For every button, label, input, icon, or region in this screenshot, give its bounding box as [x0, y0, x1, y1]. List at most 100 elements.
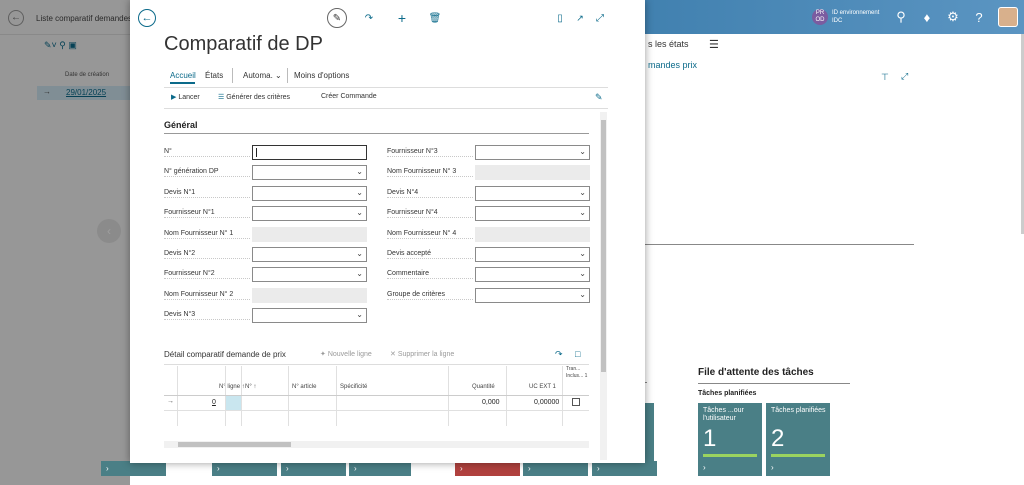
col-header-no[interactable]: N° ↑ — [245, 384, 256, 390]
new-line-button[interactable]: ✦ Nouvelle ligne — [320, 350, 372, 358]
bottom-tile[interactable]: › — [523, 461, 588, 476]
table-row[interactable]: → 0 0,000 0,00000 — [164, 396, 589, 410]
bookmark-icon[interactable]: ▯ — [553, 10, 567, 26]
share-icon[interactable]: ↷ — [362, 10, 376, 26]
cell-uc-ext[interactable]: 0,00000 — [534, 399, 559, 406]
label-leader — [164, 298, 250, 300]
bottom-tile[interactable]: › — [212, 461, 277, 476]
label-leader — [164, 237, 250, 239]
tile-progress — [703, 454, 757, 457]
open-new-window-icon[interactable]: ↗ — [573, 10, 587, 26]
action-generer-criteres[interactable]: ☰ Générer des critères — [218, 93, 290, 101]
environment-badge[interactable]: PR OD — [812, 9, 828, 25]
col-header-specificity[interactable]: Spécificité — [340, 384, 367, 390]
bottom-tile[interactable]: › — [349, 461, 411, 476]
action-lancer[interactable]: ▶ Lancer — [171, 93, 200, 101]
chevron-down-icon: ⌄ — [356, 187, 363, 197]
back-arrow-icon[interactable]: ← — [138, 9, 156, 27]
cell-included-checkbox[interactable] — [572, 398, 580, 406]
col-header-quantity[interactable]: Quantité — [472, 384, 495, 390]
horizontal-scrollbar[interactable] — [164, 441, 589, 448]
personalize-icon[interactable]: ✎ — [595, 92, 603, 103]
search-icon[interactable]: ⚲ — [888, 9, 914, 25]
field-label: Devis N°4 — [387, 188, 421, 196]
row-arrow-icon: → — [167, 398, 174, 405]
label-leader — [164, 176, 250, 178]
cell-no-active[interactable] — [226, 396, 241, 410]
scrollbar-thumb[interactable] — [178, 442, 291, 447]
delete-line-button[interactable]: ✕ Supprimer la ligne — [390, 350, 454, 358]
card-dialog: ← ✎ ↷ + 🗑 ▯ ↗ ⤢ Comparatif de DP Accueil… — [130, 0, 645, 463]
bottom-tile[interactable]: › — [455, 461, 520, 476]
bottom-tile[interactable]: › — [592, 461, 657, 476]
field-label: Devis N°3 — [164, 311, 198, 319]
tile-user-tasks[interactable]: Tâches ...our l'utilisateur 1 › — [698, 403, 762, 476]
dropdown-field[interactable]: ⌄ — [475, 145, 590, 160]
dropdown-field[interactable]: ⌄ — [475, 247, 590, 262]
dropdown-field[interactable]: ⌄ — [475, 287, 590, 303]
tile-scheduled-tasks[interactable]: Tâches planifiées 2 › — [766, 403, 830, 476]
link-demandes-prix[interactable]: mandes prix — [648, 60, 697, 70]
vertical-scrollbar[interactable] — [600, 112, 607, 460]
dropdown-field[interactable]: ⌄ — [252, 165, 367, 181]
settings-gear-icon[interactable]: ⚙ — [940, 9, 966, 25]
expand-icon[interactable]: ⤢ — [593, 10, 607, 26]
tab-automate[interactable]: Automa. ⌄ — [243, 71, 282, 80]
bottom-tile[interactable]: › — [101, 461, 166, 476]
cell-line-no[interactable]: 0 — [212, 399, 216, 406]
queue-subtitle: Tâches planifiées — [698, 390, 757, 397]
action-creer-commande[interactable]: Créer Commande — [321, 93, 377, 100]
scrollbar-thumb[interactable] — [601, 120, 606, 372]
text-field[interactable] — [252, 145, 367, 160]
col-header-uc-ext[interactable]: UC EXT 1 — [529, 384, 556, 390]
dropdown-field[interactable]: ⌄ — [252, 267, 367, 283]
chevron-down-icon: ⌄ — [579, 187, 586, 197]
dropdown-field[interactable]: ⌄ — [475, 206, 590, 222]
chevron-down-icon: ⌄ — [356, 249, 363, 258]
tab-moins-options[interactable]: Moins d'options — [294, 71, 349, 80]
label-leader — [164, 217, 250, 219]
tab-etats[interactable]: États — [205, 71, 223, 80]
field-label: N° génération DP — [164, 168, 221, 176]
expand-lines-icon[interactable]: □ — [575, 349, 580, 359]
dropdown-field[interactable]: ⌄ — [252, 308, 367, 324]
tile-chevron-icon: › — [771, 463, 774, 472]
dropdown-field[interactable]: ⌄ — [252, 206, 367, 222]
col-header-item-no[interactable]: N° article — [292, 384, 316, 390]
dropdown-field[interactable]: ⌄ — [252, 247, 367, 262]
queue-title: File d'attente des tâches — [698, 367, 814, 378]
pin-icon[interactable]: ⊤ — [881, 72, 889, 83]
chevron-down-icon: ⌄ — [356, 208, 363, 218]
edit-pencil-icon[interactable]: ✎ — [327, 8, 347, 28]
col-header-included[interactable]: Tran... Inclus... 1 — [566, 366, 588, 380]
label-leader — [387, 258, 473, 259]
field-label: Devis N°1 — [164, 188, 198, 196]
environment-info: ID environnement IDC — [832, 9, 888, 25]
label-leader — [387, 156, 473, 157]
nav-all-reports[interactable]: s les états — [648, 39, 689, 49]
lines-title: Détail comparatif demande de prix — [164, 350, 286, 359]
field-label: Nom Fournisseur N° 3 — [387, 168, 459, 176]
environment-line-1: ID environnement — [832, 10, 880, 16]
field-label: Fournisseur N°4 — [387, 209, 440, 217]
background-list-page: ← Liste comparatif demandes ✎˅ ⚲ ▣ Date … — [0, 0, 132, 485]
field-label: Nom Fournisseur N° 4 — [387, 229, 459, 237]
expand-icon[interactable]: ⤢ — [901, 71, 908, 82]
share-lines-icon[interactable]: ↷ — [555, 349, 563, 360]
dropdown-field[interactable]: ⌄ — [252, 185, 367, 201]
tab-accueil[interactable]: Accueil — [170, 71, 196, 80]
dropdown-field[interactable]: ⌄ — [475, 267, 590, 283]
add-new-icon[interactable]: + — [395, 10, 409, 26]
user-avatar[interactable] — [998, 7, 1018, 27]
chevron-down-icon: ⌄ — [579, 147, 586, 156]
chevron-down-icon: ⌄ — [579, 208, 586, 218]
cell-quantity[interactable]: 0,000 — [482, 399, 500, 406]
bottom-tile[interactable]: › — [281, 461, 346, 476]
label-leader — [164, 278, 250, 280]
dropdown-field[interactable]: ⌄ — [475, 185, 590, 201]
hamburger-menu-icon[interactable]: ☰ — [709, 38, 719, 51]
delete-trash-icon[interactable]: 🗑 — [428, 10, 442, 26]
help-icon[interactable]: ? — [966, 10, 992, 25]
divider — [164, 410, 589, 411]
notification-bell-icon[interactable]: ♦ — [914, 10, 940, 25]
